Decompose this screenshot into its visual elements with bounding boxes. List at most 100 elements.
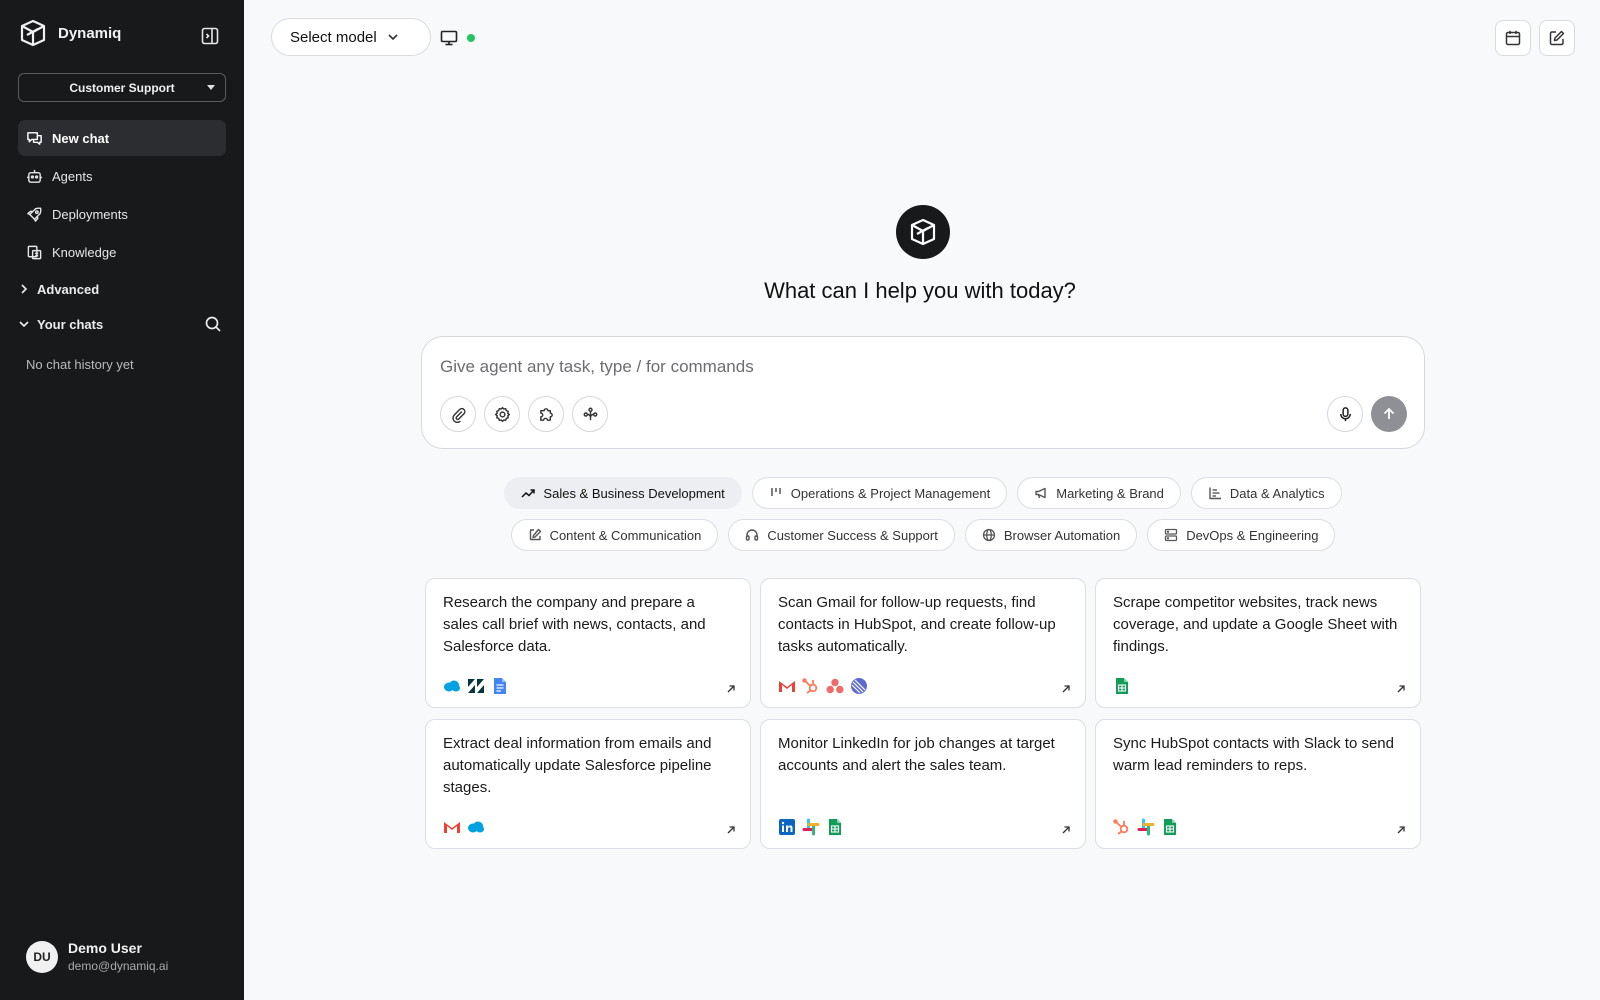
suggestion-text: Sync HubSpot contacts with Slack to send…: [1113, 735, 1394, 774]
sidebar-item-label: Knowledge: [52, 244, 117, 260]
suggestion-text: Research the company and prepare a sales…: [443, 594, 706, 655]
workspace-selector[interactable]: Customer Support: [18, 73, 226, 102]
chip-label: Browser Automation: [1003, 527, 1121, 543]
google-docs-icon: [491, 677, 509, 695]
slack-icon: [802, 818, 820, 836]
your-chats-label: Your chats: [37, 316, 104, 332]
google-sheets-icon: [1161, 818, 1179, 836]
calendar-button[interactable]: [1495, 20, 1531, 56]
category-chip-content[interactable]: Content & Communication: [510, 519, 719, 551]
suggestion-card[interactable]: Scrape competitor websites, track news c…: [1095, 578, 1421, 708]
sidebar-item-label: Agents: [52, 168, 93, 184]
bar-chart-icon: [1209, 487, 1221, 500]
chat-icon: [27, 131, 42, 145]
app-icons: [778, 677, 868, 695]
category-chip-data[interactable]: Data & Analytics: [1190, 477, 1342, 509]
chip-label: Customer Success & Support: [767, 527, 938, 543]
suggestion-text: Extract deal information from emails and…: [443, 735, 712, 796]
attach-file-button[interactable]: [440, 396, 476, 432]
category-chip-operations[interactable]: Operations & Project Management: [751, 477, 1008, 509]
app-icons: [443, 818, 485, 836]
sidebar-item-deployments[interactable]: Deployments: [18, 196, 226, 232]
brand[interactable]: Dynamiq: [18, 18, 121, 48]
sidebar-nav: New chat Agents Deployments Knowledge: [18, 120, 226, 272]
send-button[interactable]: [1371, 396, 1407, 432]
chip-label: Data & Analytics: [1229, 485, 1325, 501]
advanced-label: Advanced: [37, 281, 100, 297]
suggestion-cards: Research the company and prepare a sales…: [425, 578, 1421, 849]
user-profile[interactable]: DU Demo User demo@dynamiq.ai: [26, 940, 168, 973]
integrations-button[interactable]: [528, 396, 564, 432]
chevron-down-icon: [19, 321, 29, 328]
category-chip-sales[interactable]: Sales & Business Development: [504, 477, 742, 509]
category-chip-marketing[interactable]: Marketing & Brand: [1017, 477, 1181, 509]
salesforce-icon: [467, 818, 485, 836]
page-title: What can I help you with today?: [764, 278, 1076, 303]
edit-icon: [1549, 30, 1565, 46]
workflow-button[interactable]: [572, 396, 608, 432]
chat-composer: [421, 336, 1425, 449]
empty-chat-history: No chat history yet: [26, 357, 134, 372]
arrow-up-right-icon: [727, 826, 735, 834]
search-icon[interactable]: [204, 315, 222, 333]
sidebar-toggle-icon: [201, 27, 219, 45]
trend-up-icon: [521, 489, 536, 498]
category-chip-browser-automation[interactable]: Browser Automation: [964, 519, 1138, 551]
tree-icon: [583, 407, 597, 420]
advanced-section-toggle[interactable]: Advanced: [18, 277, 226, 301]
suggestion-text: Scrape competitor websites, track news c…: [1113, 594, 1398, 655]
caret-down-icon: [207, 85, 215, 90]
sidebar-item-new-chat[interactable]: New chat: [18, 120, 226, 156]
arrow-up-right-icon: [1062, 826, 1070, 834]
paperclip-icon: [451, 407, 466, 423]
sidebar-item-knowledge[interactable]: Knowledge: [18, 234, 226, 270]
collapse-sidebar-button[interactable]: [198, 24, 222, 48]
suggestion-card[interactable]: Extract deal information from emails and…: [425, 719, 751, 849]
model-select-dropdown[interactable]: Select model: [271, 18, 431, 56]
google-sheets-icon: [826, 818, 844, 836]
chevron-right-icon: [21, 284, 28, 294]
suggestion-card[interactable]: Research the company and prepare a sales…: [425, 578, 751, 708]
sidebar-item-label: Deployments: [52, 206, 128, 222]
chat-input[interactable]: [440, 357, 1340, 377]
app-icons: [443, 677, 509, 695]
suggestion-card[interactable]: Monitor LinkedIn for job changes at targ…: [760, 719, 1086, 849]
suggestion-card[interactable]: Scan Gmail for follow-up requests, find …: [760, 578, 1086, 708]
suggestion-text: Scan Gmail for follow-up requests, find …: [778, 594, 1056, 655]
slack-icon: [1137, 818, 1155, 836]
arrow-up-right-icon: [1397, 826, 1405, 834]
monitor-icon[interactable]: [440, 29, 458, 47]
kanban-icon: [771, 488, 781, 496]
user-info: Demo User demo@dynamiq.ai: [68, 940, 168, 973]
linear-icon: [850, 677, 868, 695]
user-email: demo@dynamiq.ai: [68, 959, 169, 973]
chip-label: Operations & Project Management: [790, 485, 991, 501]
gmail-icon: [778, 677, 796, 695]
workspace-label: Customer Support: [69, 80, 175, 95]
edit-icon: [529, 528, 541, 541]
avatar: DU: [26, 940, 58, 973]
category-chip-devops[interactable]: DevOps & Engineering: [1147, 519, 1336, 551]
dynamiq-logo-icon: [20, 19, 46, 47]
connection-status-dot: [467, 34, 475, 42]
chevron-down-icon: [388, 34, 398, 41]
brand-name: Dynamiq: [58, 24, 122, 42]
your-chats-section-toggle[interactable]: Your chats: [18, 312, 226, 336]
user-name: Demo User: [68, 940, 142, 956]
robot-icon: [26, 169, 43, 183]
app-icons: [1113, 818, 1179, 836]
gear-icon: [494, 406, 510, 422]
hubspot-icon: [802, 677, 820, 695]
rocket-icon: [27, 207, 42, 222]
chip-label: Sales & Business Development: [543, 485, 725, 501]
suggestion-card[interactable]: Sync HubSpot contacts with Slack to send…: [1095, 719, 1421, 849]
suggestion-text: Monitor LinkedIn for job changes at targ…: [778, 735, 1055, 774]
category-chip-customer-success[interactable]: Customer Success & Support: [728, 519, 955, 551]
new-chat-edit-button[interactable]: [1539, 20, 1575, 56]
gmail-icon: [443, 818, 461, 836]
voice-input-button[interactable]: [1327, 396, 1363, 432]
model-select-label: Select model: [290, 28, 377, 46]
globe-icon: [982, 528, 995, 542]
sidebar-item-agents[interactable]: Agents: [18, 158, 226, 194]
settings-button[interactable]: [484, 396, 520, 432]
